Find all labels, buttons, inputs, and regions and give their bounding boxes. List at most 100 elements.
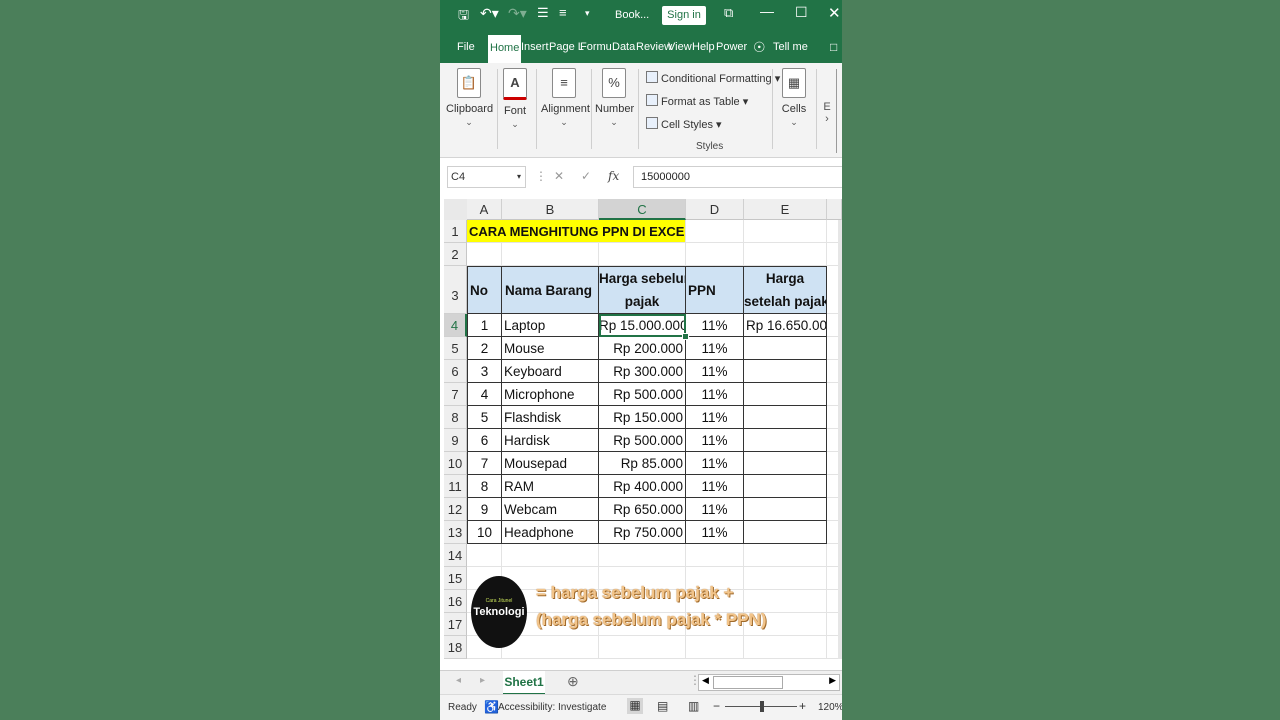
row-header-2[interactable]: 2: [444, 243, 467, 266]
row-header-4[interactable]: 4: [444, 314, 467, 337]
sign-in-button[interactable]: Sign in: [662, 6, 706, 25]
tab-data[interactable]: Data: [612, 41, 635, 53]
column-header-c[interactable]: C: [599, 199, 686, 220]
table-row-no[interactable]: 7: [467, 452, 502, 475]
maximize-icon[interactable]: ☐: [795, 4, 808, 21]
customize-quick-access-icon[interactable]: ▾: [585, 8, 590, 19]
undo-icon[interactable]: ↶▾: [480, 5, 499, 22]
table-row-nama[interactable]: Microphone: [502, 383, 599, 406]
conditional-formatting-button[interactable]: Conditional Formatting ▾: [646, 71, 780, 85]
table-row-harga[interactable]: Rp 85.000: [599, 452, 686, 475]
table-row-harga-setelah[interactable]: [744, 406, 827, 429]
cell[interactable]: [744, 220, 827, 243]
select-all-corner[interactable]: [444, 199, 468, 221]
cell[interactable]: [599, 544, 686, 567]
table-row-no[interactable]: 10: [467, 521, 502, 544]
cell[interactable]: [502, 243, 599, 266]
row-header-13[interactable]: 13: [444, 521, 467, 544]
table-row-harga[interactable]: Rp 650.000: [599, 498, 686, 521]
table-row-harga-setelah[interactable]: [744, 498, 827, 521]
tell-me-search[interactable]: Tell me: [773, 41, 808, 53]
table-row-ppn[interactable]: 11%: [686, 406, 744, 429]
table-row-harga[interactable]: Rp 400.000: [599, 475, 686, 498]
close-icon[interactable]: ✕: [828, 4, 841, 22]
format-as-table-button[interactable]: Format as Table ▾: [646, 94, 748, 108]
tab-home[interactable]: Home: [488, 35, 522, 63]
align-icon[interactable]: ≡: [559, 5, 567, 20]
cell[interactable]: [686, 636, 744, 659]
alignment-group[interactable]: ≡ Alignment ⌄: [541, 68, 590, 128]
form-icon[interactable]: ☰: [537, 5, 549, 21]
zoom-slider-thumb[interactable]: [760, 701, 764, 712]
cell[interactable]: [502, 544, 599, 567]
row-header-17[interactable]: 17: [444, 613, 467, 636]
redo-icon[interactable]: ↷▾: [508, 5, 527, 22]
header-nama-barang[interactable]: Nama Barang: [501, 266, 599, 314]
cell[interactable]: [744, 544, 827, 567]
vertical-scrollbar[interactable]: [838, 220, 842, 659]
table-row-nama[interactable]: Headphone: [502, 521, 599, 544]
zoom-out-icon[interactable]: −: [713, 699, 720, 713]
table-row-ppn[interactable]: 11%: [686, 314, 744, 337]
row-header-12[interactable]: 12: [444, 498, 467, 521]
header-harga-sebelum-pajak[interactable]: Harga sebelum pajak: [598, 266, 686, 314]
page-layout-view-icon[interactable]: ▤: [657, 699, 668, 713]
insert-function-icon[interactable]: fx: [608, 169, 619, 183]
ribbon-display-icon[interactable]: ⧉: [724, 5, 733, 21]
table-row-harga[interactable]: Rp 500.000: [599, 383, 686, 406]
table-row-ppn[interactable]: 11%: [686, 337, 744, 360]
table-row-no[interactable]: 9: [467, 498, 502, 521]
row-header-18[interactable]: 18: [444, 636, 467, 659]
column-header-a[interactable]: A: [467, 199, 502, 220]
ribbon-more-icon[interactable]: E ›: [820, 101, 834, 125]
cancel-icon[interactable]: ✕: [554, 169, 564, 183]
table-row-harga[interactable]: Rp 200.000: [599, 337, 686, 360]
row-header-9[interactable]: 9: [444, 429, 467, 452]
comments-icon[interactable]: □: [830, 40, 837, 54]
sheet-title-cell[interactable]: CARA MENGHITUNG PPN DI EXCEL: [467, 220, 686, 243]
sheet-tab-sheet1[interactable]: Sheet1: [503, 671, 545, 695]
row-header-1[interactable]: 1: [444, 220, 467, 243]
accessibility-status[interactable]: Accessibility: Investigate: [498, 702, 606, 713]
cell[interactable]: [744, 243, 827, 266]
table-row-no[interactable]: 5: [467, 406, 502, 429]
chevron-down-icon[interactable]: ▾: [517, 167, 521, 187]
scroll-right-icon[interactable]: ▶: [829, 675, 836, 686]
table-row-harga-setelah[interactable]: [744, 475, 827, 498]
clipboard-group[interactable]: 📋 Clipboard ⌄: [446, 68, 493, 128]
next-sheet-icon[interactable]: ▸: [480, 675, 485, 686]
cells-group[interactable]: ▦ Cells ⌄: [778, 68, 810, 128]
table-row-no[interactable]: 8: [467, 475, 502, 498]
table-row-no[interactable]: 1: [467, 314, 502, 337]
selected-cell-c4[interactable]: Rp 15.000.000: [599, 314, 686, 337]
table-row-harga-setelah[interactable]: [744, 337, 827, 360]
table-row-harga-setelah[interactable]: Rp 16.650.000: [744, 314, 827, 337]
cell[interactable]: [599, 243, 686, 266]
table-row-harga[interactable]: Rp 750.000: [599, 521, 686, 544]
table-row-no[interactable]: 2: [467, 337, 502, 360]
table-row-ppn[interactable]: 11%: [686, 452, 744, 475]
cell[interactable]: [599, 636, 686, 659]
tab-insert[interactable]: Insert: [521, 41, 549, 53]
name-box[interactable]: C4 ▾: [447, 166, 526, 188]
page-break-view-icon[interactable]: ▥: [688, 699, 699, 713]
table-row-harga-setelah[interactable]: [744, 383, 827, 406]
tab-review[interactable]: Review: [636, 41, 672, 53]
prev-sheet-icon[interactable]: ◂: [456, 675, 461, 686]
table-row-nama[interactable]: Keyboard: [502, 360, 599, 383]
cell[interactable]: [467, 544, 502, 567]
tab-power[interactable]: Power: [716, 41, 747, 53]
row-header-10[interactable]: 10: [444, 452, 467, 475]
table-row-harga-setelah[interactable]: [744, 429, 827, 452]
fill-handle[interactable]: [682, 333, 689, 340]
column-header-b[interactable]: B: [502, 199, 599, 220]
table-row-harga[interactable]: Rp 500.000: [599, 429, 686, 452]
normal-view-icon[interactable]: ▦: [627, 698, 643, 714]
enter-icon[interactable]: ✓: [581, 169, 591, 183]
table-row-ppn[interactable]: 11%: [686, 383, 744, 406]
table-row-ppn[interactable]: 11%: [686, 498, 744, 521]
row-header-5[interactable]: 5: [444, 337, 467, 360]
save-icon[interactable]: 🖫: [458, 6, 469, 28]
table-row-ppn[interactable]: 11%: [686, 521, 744, 544]
header-harga-setelah-pajak[interactable]: Harga setelah pajak: [743, 266, 827, 314]
